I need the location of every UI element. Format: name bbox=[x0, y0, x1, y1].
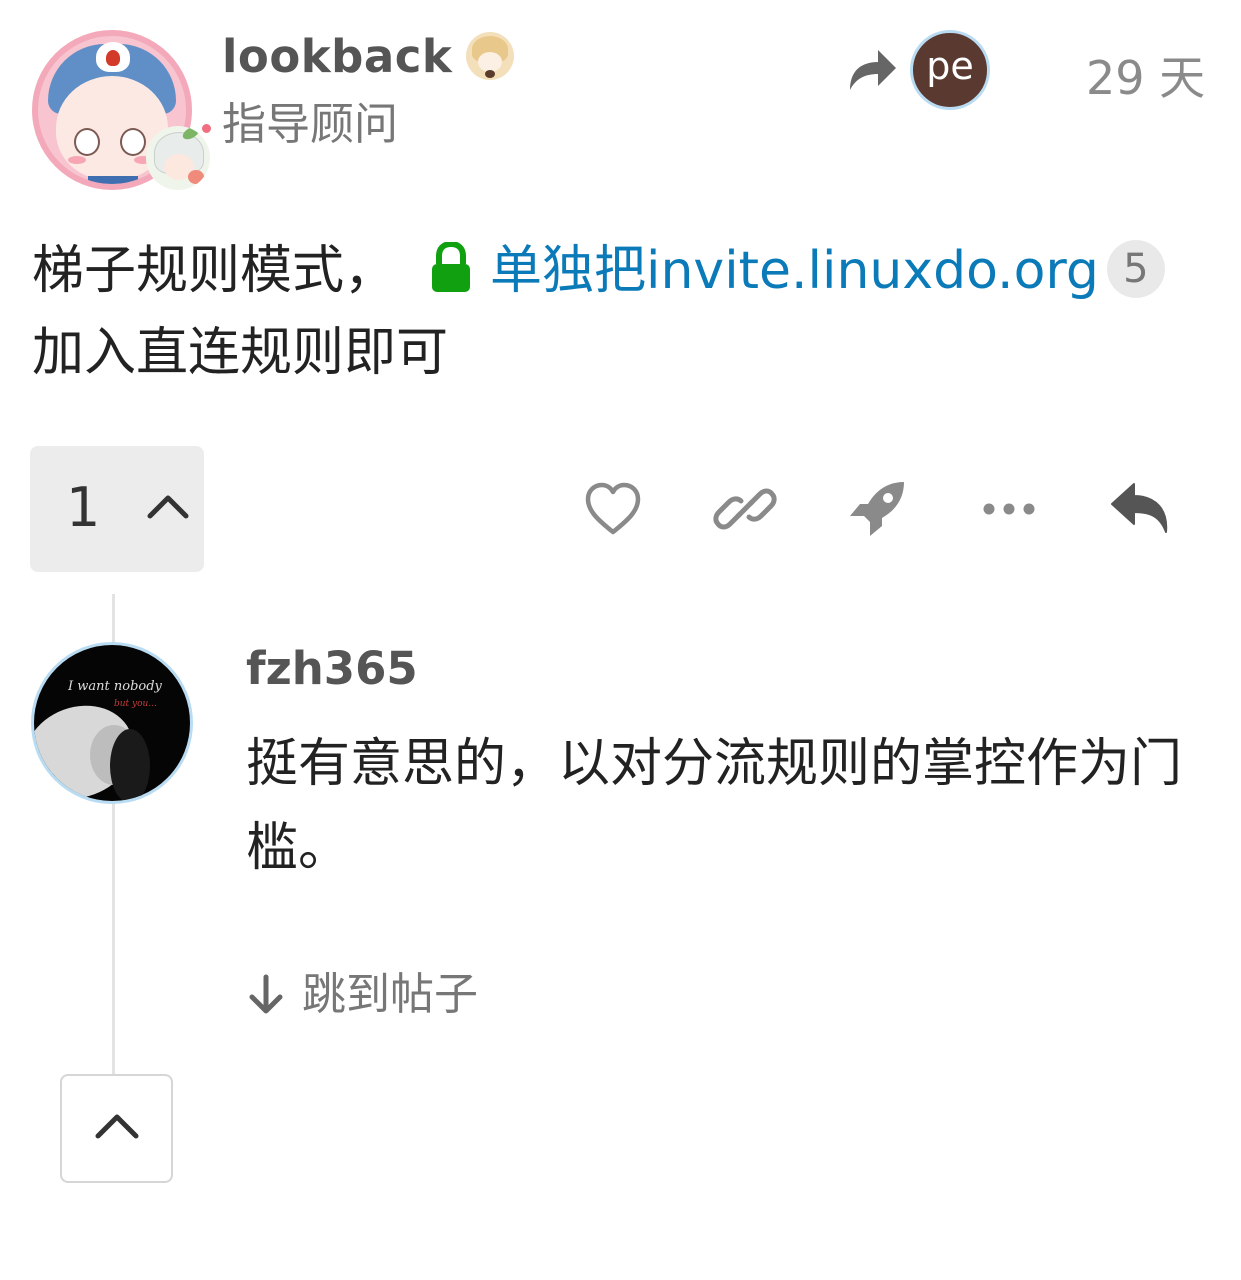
post-link[interactable]: 单独把invite.linuxdo.org bbox=[490, 241, 1099, 301]
emoji-nose bbox=[485, 70, 495, 78]
chevron-up-icon bbox=[95, 1114, 139, 1139]
reply-author-avatar[interactable]: I want nobody but you... bbox=[31, 642, 193, 804]
link-click-count: 5 bbox=[1106, 240, 1165, 298]
avatar-blush-left bbox=[68, 156, 86, 164]
avatar-collar bbox=[88, 176, 138, 184]
reply-icon bbox=[1111, 483, 1168, 533]
like-button[interactable] bbox=[578, 474, 648, 544]
ellipsis-icon bbox=[983, 503, 1035, 515]
jump-to-post-label: 跳到帖子 bbox=[302, 969, 478, 1020]
author-title: 指导顾问 bbox=[222, 99, 398, 150]
copy-link-button[interactable] bbox=[710, 474, 780, 544]
post-body: 梯子规则模式， 单独把invite.linuxdo.org 5 加入直连规则即可 bbox=[32, 230, 1212, 394]
post-text-after: 加入直连规则即可 bbox=[32, 323, 449, 383]
reply-button[interactable] bbox=[1106, 474, 1176, 544]
reply-body: 挺有意思的，以对分流规则的掌控作为门槛。 bbox=[246, 734, 1183, 878]
avatar-figure-shape bbox=[110, 729, 150, 801]
more-actions-button[interactable] bbox=[974, 474, 1044, 544]
replies-toggle-button[interactable]: 1 bbox=[30, 446, 204, 572]
avatar-caption-2: but you... bbox=[114, 699, 157, 709]
post-date[interactable]: 29 天 bbox=[1086, 42, 1205, 108]
link-icon bbox=[713, 488, 777, 530]
flair-heart bbox=[188, 170, 204, 184]
post-text-before: 梯子规则模式， bbox=[32, 241, 397, 301]
share-arrow-icon[interactable] bbox=[846, 46, 898, 94]
emoji-face bbox=[478, 52, 502, 72]
heart-icon bbox=[585, 482, 641, 535]
replies-count: 1 bbox=[66, 476, 101, 539]
avatar-eye-right bbox=[120, 128, 146, 156]
collapse-replies-button[interactable] bbox=[60, 1074, 173, 1183]
avatar-eye-left bbox=[74, 128, 100, 156]
author-username[interactable]: lookback bbox=[222, 30, 452, 83]
user-flair-icon bbox=[146, 126, 210, 190]
user-status-emoji-icon bbox=[466, 32, 514, 80]
avatar-flame bbox=[106, 50, 120, 66]
heart-decoration-icon bbox=[202, 124, 211, 133]
boost-button[interactable] bbox=[842, 474, 912, 544]
jump-to-post-link[interactable]: 跳到帖子 bbox=[246, 958, 478, 1022]
avatar-caption-1: I want nobody bbox=[68, 679, 162, 694]
reply-author-username[interactable]: fzh365 bbox=[246, 642, 418, 695]
lock-icon bbox=[430, 236, 472, 292]
rocket-icon bbox=[850, 482, 904, 536]
reply-to-avatar[interactable]: pe bbox=[910, 30, 990, 110]
arrow-down-icon bbox=[249, 974, 283, 1014]
chevron-up-icon bbox=[147, 495, 189, 519]
